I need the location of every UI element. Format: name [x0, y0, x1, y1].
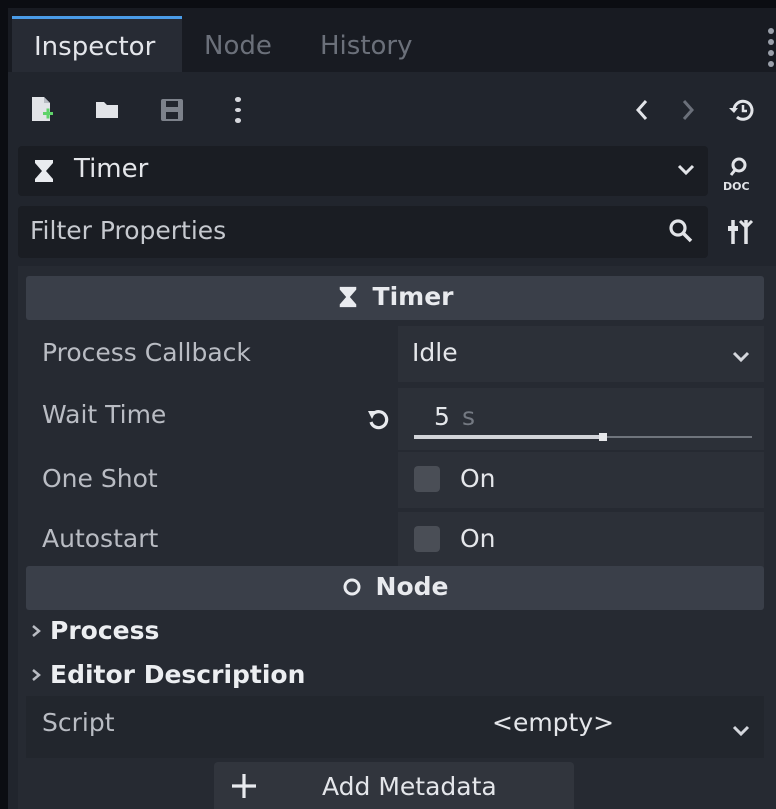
folder-open-icon[interactable]	[94, 94, 122, 126]
search-icon	[668, 218, 694, 248]
group-editor-description-label: Editor Description	[50, 660, 306, 689]
doc-search-icon[interactable]: DOC	[722, 156, 758, 193]
one-shot-checkbox-text: On	[460, 464, 496, 493]
one-shot-checkbox[interactable]: On	[398, 452, 764, 508]
process-callback-select[interactable]: Idle	[398, 326, 764, 382]
chevron-down-icon	[732, 348, 750, 367]
wait-time-unit: s	[462, 402, 476, 431]
tab-node[interactable]: Node	[204, 16, 272, 72]
chevron-right-icon[interactable]	[674, 94, 702, 126]
wait-time-slider-fill	[414, 435, 604, 439]
autostart-checkbox-box[interactable]	[414, 526, 440, 552]
chevron-left-icon[interactable]	[628, 94, 656, 126]
object-selector-label: Timer	[74, 154, 149, 184]
wait-time-slider-grabber[interactable]	[599, 433, 608, 441]
history-icon[interactable]	[728, 94, 756, 126]
hourglass-icon	[32, 158, 56, 188]
revert-icon[interactable]	[366, 406, 392, 436]
chevron-down-icon	[676, 162, 696, 181]
group-process-label: Process	[50, 616, 160, 645]
add-metadata-label: Add Metadata	[322, 772, 497, 801]
section-title-node: Node	[375, 572, 449, 601]
group-process[interactable]: Process	[30, 616, 159, 645]
tab-history[interactable]: History	[320, 16, 413, 72]
autostart-label: Autostart	[42, 524, 159, 553]
hourglass-icon	[339, 286, 356, 307]
inspector-dock: Inspector Node History Timer DOC Filter …	[8, 8, 776, 809]
wait-time-label: Wait Time	[42, 400, 167, 429]
autostart-checkbox[interactable]: On	[398, 512, 764, 568]
save-icon[interactable]	[158, 94, 186, 126]
plus-icon	[230, 772, 258, 800]
one-shot-label: One Shot	[42, 464, 158, 493]
section-header-timer: Timer	[26, 276, 764, 320]
wait-time-spinslider[interactable]: 5 s	[398, 388, 764, 450]
filter-placeholder: Filter Properties	[30, 216, 227, 245]
script-label: Script	[42, 708, 115, 737]
object-selector[interactable]: Timer	[18, 146, 708, 196]
script-value[interactable]: <empty>	[492, 708, 614, 737]
script-row: Script <empty>	[26, 696, 764, 758]
more-vertical-icon[interactable]	[224, 94, 252, 126]
one-shot-checkbox-box[interactable]	[414, 466, 440, 492]
inspector-toolbar	[8, 72, 776, 144]
node-circle-icon	[343, 578, 361, 595]
tab-inspector[interactable]: Inspector	[12, 16, 182, 72]
process-callback-value: Idle	[412, 338, 458, 367]
autostart-checkbox-text: On	[460, 524, 496, 553]
section-title-timer: Timer	[372, 282, 454, 311]
chevron-right-icon	[32, 624, 41, 637]
chevron-down-icon[interactable]	[732, 722, 750, 741]
svg-text:DOC: DOC	[723, 180, 750, 192]
section-header-node: Node	[26, 566, 764, 610]
property-tune-icon[interactable]	[726, 216, 758, 250]
wait-time-value: 5	[434, 402, 450, 431]
tab-bar: Inspector Node History	[8, 8, 776, 72]
new-resource-icon[interactable]	[28, 94, 56, 126]
process-callback-label: Process Callback	[42, 338, 251, 367]
property-list: Timer Process Callback Idle Wait Time 5 …	[18, 266, 776, 809]
dock-menu-icon[interactable]	[766, 28, 776, 68]
add-metadata-button[interactable]: Add Metadata	[214, 762, 574, 809]
group-editor-description[interactable]: Editor Description	[30, 660, 305, 689]
chevron-right-icon	[32, 668, 41, 681]
filter-properties-input[interactable]: Filter Properties	[18, 206, 708, 258]
